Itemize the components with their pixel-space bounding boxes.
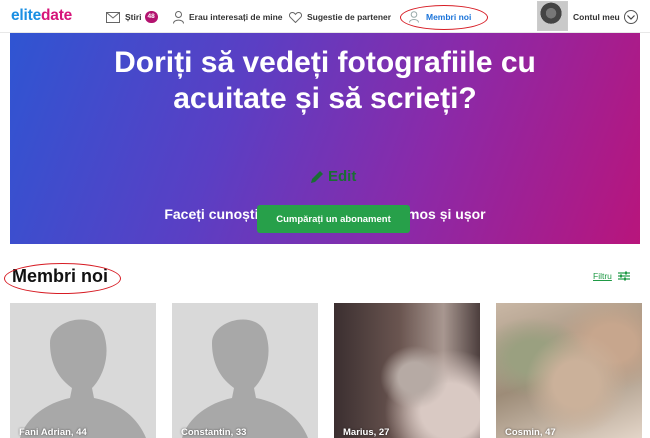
nav-item-label: Membri noi bbox=[426, 12, 472, 22]
member-name: Marius, 27 bbox=[343, 427, 390, 438]
banner-title: Doriți să vedeți fotografiile cu acuitat… bbox=[114, 46, 536, 115]
account-label: Contul meu bbox=[573, 12, 620, 22]
member-photo bbox=[334, 303, 480, 438]
nav-item-label: Erau interesați de mine bbox=[189, 12, 283, 22]
heart-icon bbox=[289, 11, 302, 23]
member-name: Cosmin, 47 bbox=[505, 427, 556, 438]
nav-item-interested-in-me[interactable]: Erau interesați de mine bbox=[173, 9, 283, 25]
placeholder-avatar-icon bbox=[10, 303, 156, 438]
member-photo bbox=[496, 303, 642, 438]
sliders-icon bbox=[617, 271, 630, 281]
member-card[interactable]: Cosmin, 47 bbox=[496, 303, 642, 438]
avatar[interactable] bbox=[537, 1, 568, 31]
person-icon bbox=[173, 10, 184, 24]
envelope-icon bbox=[106, 11, 120, 23]
member-card[interactable]: Constantin, 33 bbox=[172, 303, 318, 438]
edit-link[interactable]: Edit bbox=[310, 168, 356, 185]
site-logo[interactable]: elitedate bbox=[11, 7, 72, 25]
placeholder-avatar-icon bbox=[172, 303, 318, 438]
nav-item-partner-suggestion[interactable]: Sugestie de partener bbox=[289, 9, 391, 25]
account-menu[interactable]: Contul meu bbox=[573, 9, 638, 25]
chevron-down-icon bbox=[623, 10, 638, 24]
subscription-banner: Doriți să vedeți fotografiile cu acuitat… bbox=[10, 33, 640, 244]
user-add-icon bbox=[409, 11, 419, 23]
member-card[interactable]: Marius, 27 bbox=[334, 303, 480, 438]
member-name: Constantin, 33 bbox=[181, 427, 247, 438]
member-card[interactable]: Fani Adrian, 44 bbox=[10, 303, 156, 438]
nav-item-new-members[interactable]: Membri noi bbox=[409, 9, 471, 25]
nav-item-news[interactable]: Știri 48 bbox=[106, 9, 158, 25]
top-header: elitedate Știri 48 Erau interesați de mi… bbox=[0, 0, 650, 33]
buy-subscription-button[interactable]: Cumpărați un abonament bbox=[257, 205, 410, 233]
section-title-new-members: Membri noi bbox=[12, 266, 109, 286]
pencil-icon bbox=[311, 170, 323, 183]
member-name: Fani Adrian, 44 bbox=[19, 427, 87, 438]
filter-link[interactable]: Filtru bbox=[593, 271, 630, 281]
nav-item-label: Știri bbox=[125, 12, 142, 22]
nav-item-label: Sugestie de partener bbox=[307, 12, 392, 22]
news-count-badge: 48 bbox=[144, 11, 158, 23]
